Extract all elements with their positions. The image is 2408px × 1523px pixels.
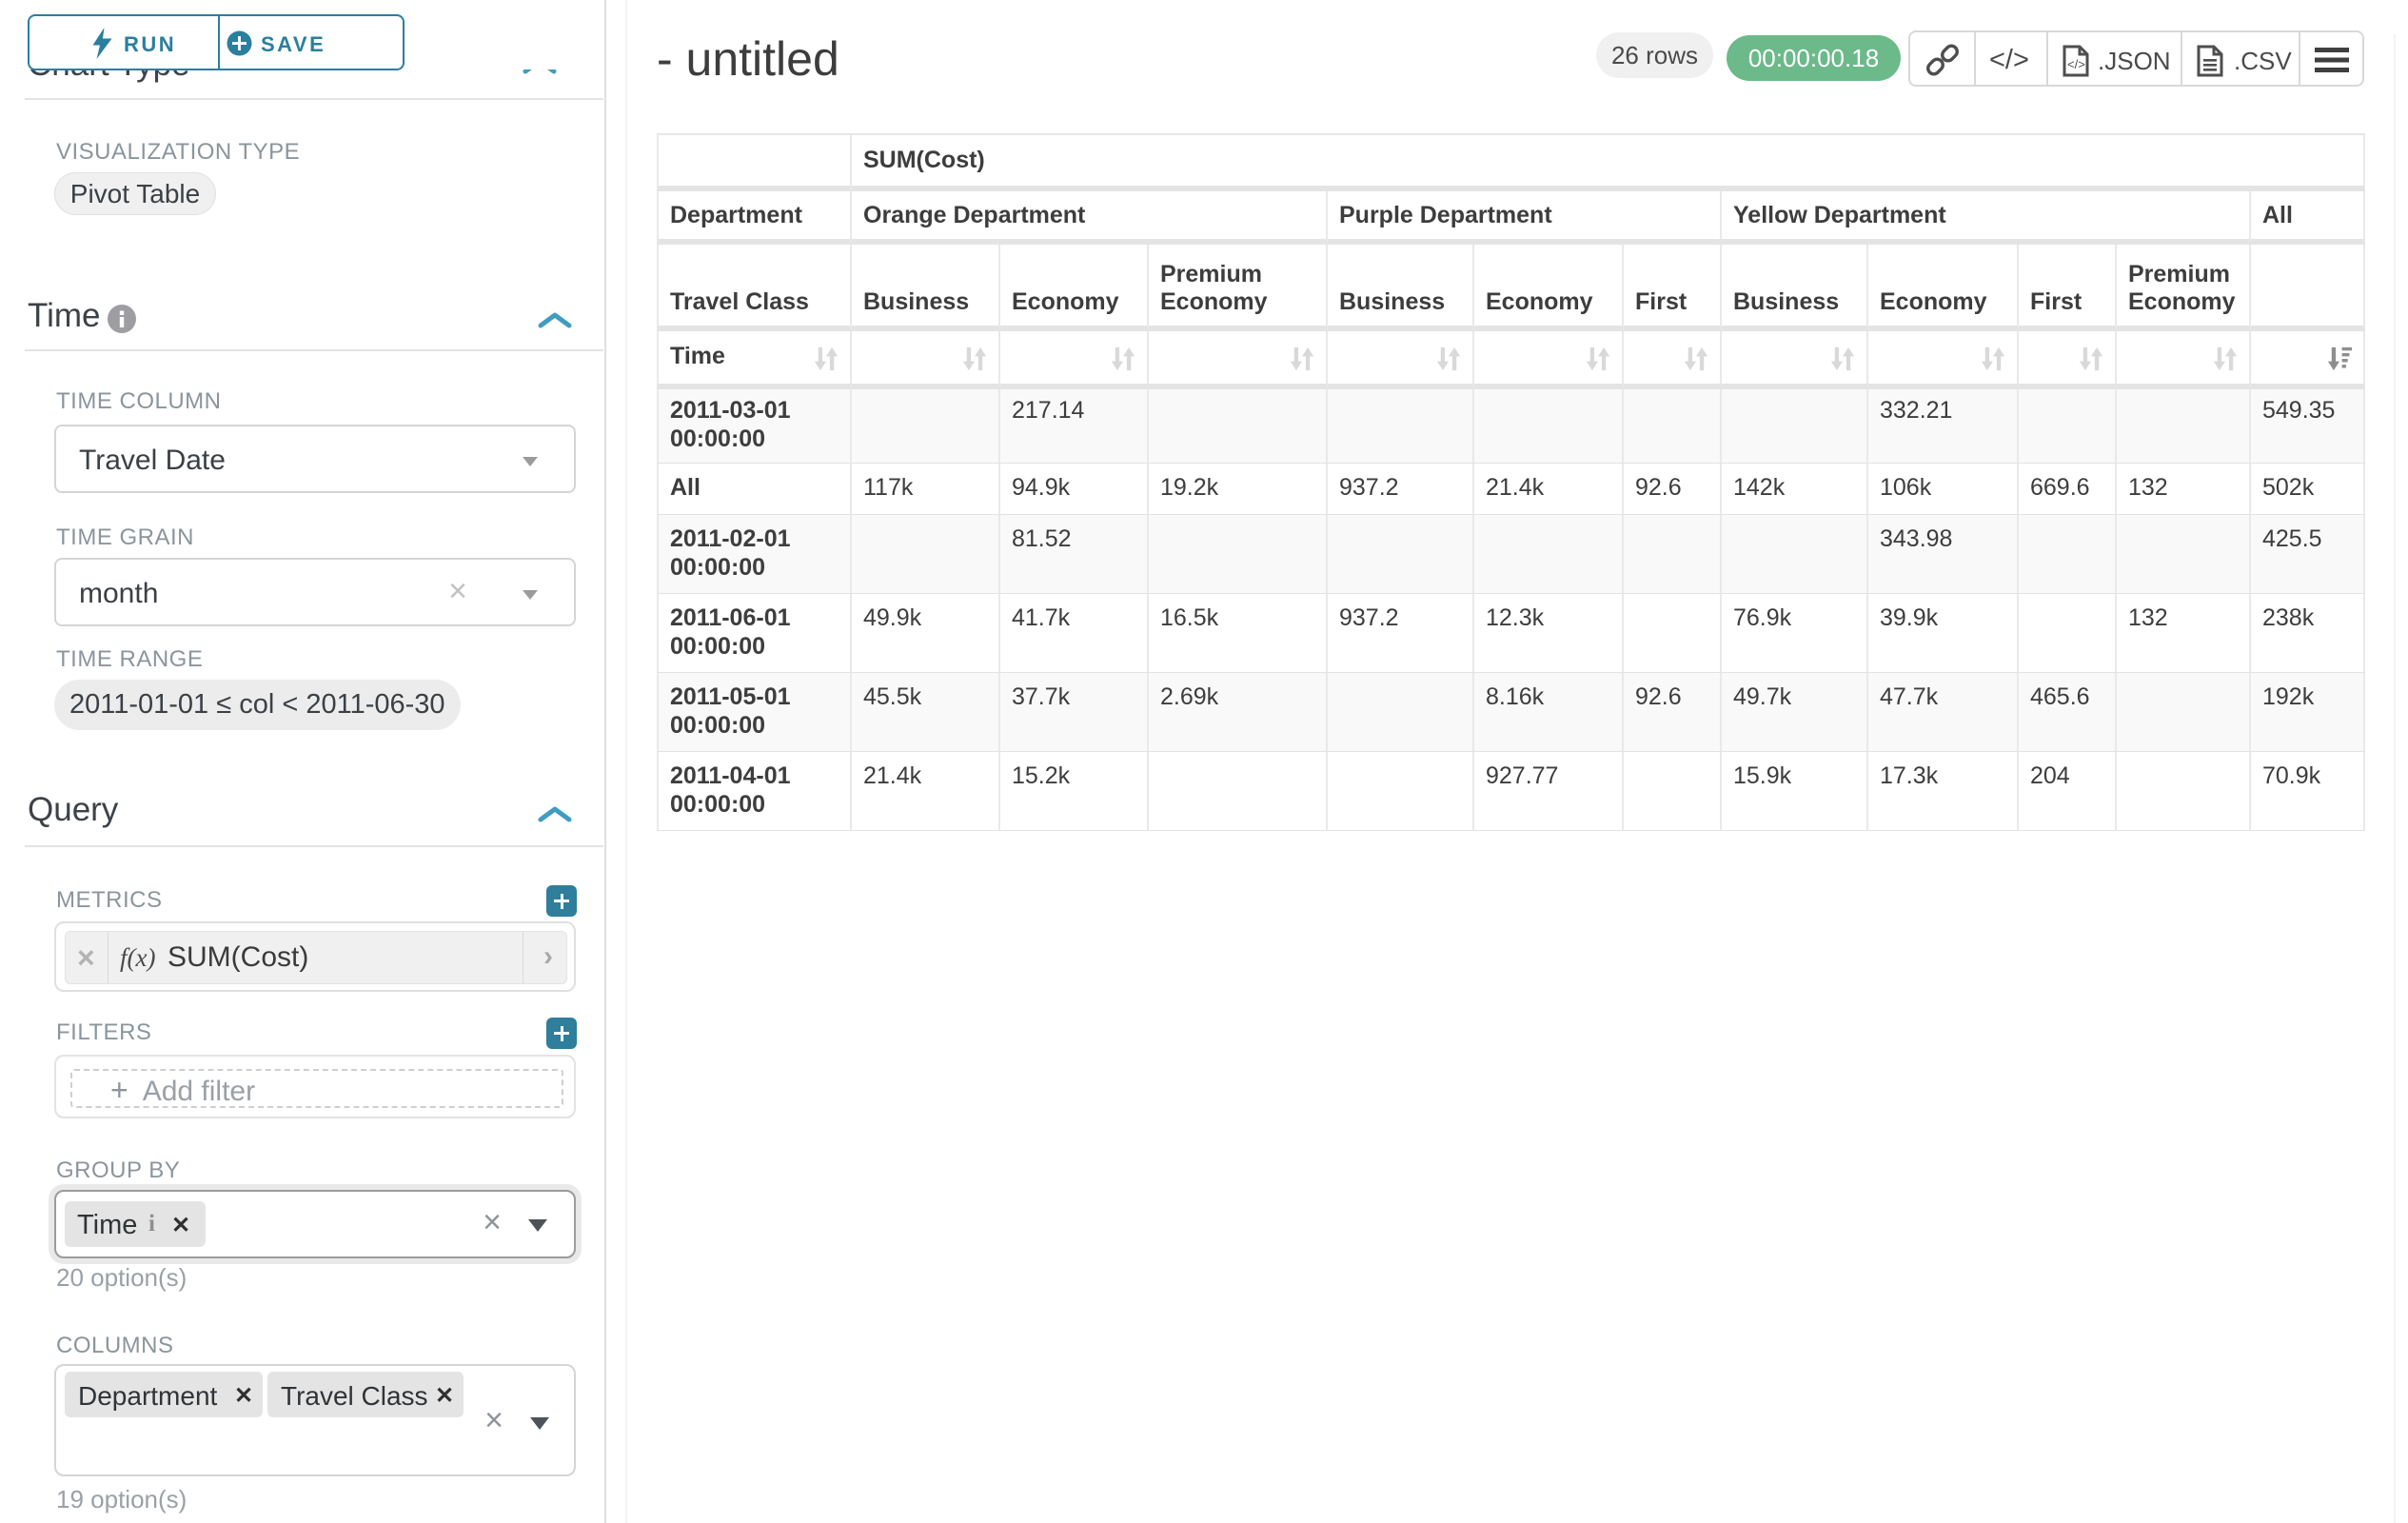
svg-text:</>: </> bbox=[2067, 57, 2085, 71]
